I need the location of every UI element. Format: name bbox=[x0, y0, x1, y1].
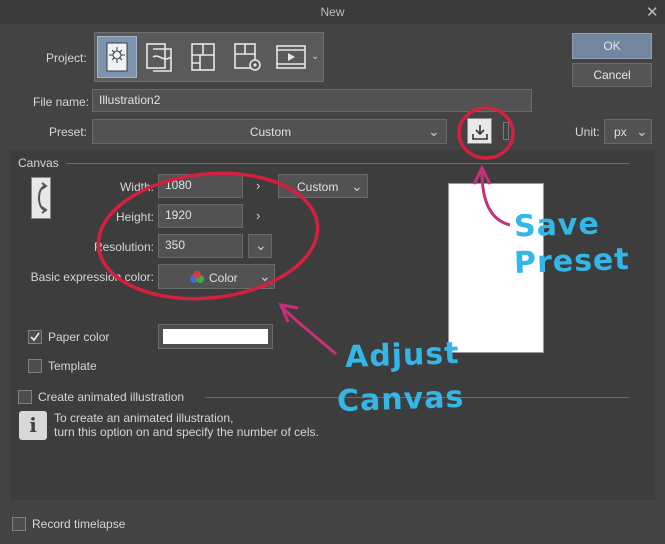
page-settings-icon[interactable] bbox=[227, 36, 267, 78]
unit-dropdown[interactable]: px ⌄ bbox=[604, 119, 652, 144]
preset-delete-stub[interactable] bbox=[503, 122, 509, 140]
chevron-down-icon: ⌄ bbox=[428, 123, 440, 139]
chevron-right-icon[interactable]: › bbox=[256, 208, 260, 223]
height-label: Height: bbox=[115, 210, 154, 224]
color-mode-dropdown[interactable]: Color ⌄ bbox=[158, 264, 275, 289]
chevron-down-icon[interactable]: ⌄ bbox=[311, 51, 319, 62]
window-title: New bbox=[320, 5, 345, 19]
project-selector[interactable]: ⌄ bbox=[94, 32, 324, 82]
file-name-label: File name: bbox=[33, 95, 90, 109]
timelapse-checkbox[interactable] bbox=[12, 517, 26, 531]
preset-dropdown[interactable]: Custom ⌄ bbox=[92, 119, 447, 144]
animated-info-line1: To create an animated illustration, bbox=[54, 411, 234, 425]
template-checkbox[interactable] bbox=[28, 359, 42, 373]
timelapse-label: Record timelapse bbox=[32, 517, 126, 531]
swap-orientation-button[interactable] bbox=[31, 177, 51, 219]
paper-color-checkbox[interactable] bbox=[28, 330, 42, 344]
annotation-text: Preset bbox=[513, 241, 631, 282]
save-preset-button[interactable] bbox=[467, 118, 492, 144]
color-circles-icon bbox=[190, 271, 204, 283]
template-label: Template bbox=[48, 359, 97, 373]
cancel-button[interactable]: Cancel bbox=[572, 63, 652, 87]
animated-checkbox[interactable] bbox=[18, 390, 32, 404]
chevron-down-icon: ⌄ bbox=[255, 237, 267, 253]
unit-label: Unit: bbox=[575, 125, 600, 139]
width-input[interactable]: 1080 bbox=[158, 174, 243, 198]
annotation-text: Canvas bbox=[336, 379, 465, 420]
ok-button[interactable]: OK bbox=[572, 33, 652, 59]
file-name-input[interactable]: Illustration2 bbox=[92, 89, 532, 112]
animated-info-line2: turn this option on and specify the numb… bbox=[54, 425, 319, 439]
annotation-text: Adjust bbox=[344, 336, 461, 375]
animation-icon[interactable] bbox=[271, 36, 311, 78]
chevron-down-icon: ⌄ bbox=[351, 178, 363, 194]
chevron-down-icon: ⌄ bbox=[259, 268, 271, 284]
rotate-icon bbox=[38, 182, 48, 214]
preset-label: Preset: bbox=[49, 125, 88, 139]
comic-icon[interactable] bbox=[139, 36, 179, 78]
canvas-panel bbox=[10, 150, 655, 500]
swatch-fill bbox=[163, 329, 268, 344]
save-preset-icon bbox=[471, 125, 488, 140]
paper-color-label: Paper color bbox=[48, 330, 110, 344]
resolution-label: Resolution: bbox=[93, 240, 154, 254]
height-input[interactable]: 1920 bbox=[158, 204, 243, 228]
checkmark-icon bbox=[30, 332, 40, 342]
annotation-text: Save bbox=[513, 206, 601, 245]
unit-value: px bbox=[614, 125, 627, 139]
size-preset-dropdown[interactable]: Custom ⌄ bbox=[278, 174, 368, 198]
preset-value: Custom bbox=[249, 125, 292, 139]
resolution-dropdown[interactable]: ⌄ bbox=[248, 234, 272, 258]
resolution-input[interactable]: 350 bbox=[158, 234, 243, 258]
close-icon[interactable]: ✕ bbox=[646, 3, 659, 21]
color-mode-value: Color bbox=[209, 271, 238, 285]
color-mode-label: Basic expression color: bbox=[30, 270, 154, 284]
paper-color-swatch[interactable] bbox=[158, 324, 273, 349]
canvas-section-label: Canvas bbox=[18, 156, 59, 170]
animated-label: Create animated illustration bbox=[38, 390, 185, 404]
chevron-right-icon[interactable]: › bbox=[256, 178, 260, 193]
divider bbox=[66, 163, 629, 164]
size-preset-value: Custom bbox=[297, 180, 339, 194]
chevron-down-icon: ⌄ bbox=[636, 123, 648, 139]
illustration-icon[interactable] bbox=[97, 36, 137, 78]
info-icon: i bbox=[19, 411, 47, 440]
project-label: Project: bbox=[46, 51, 87, 65]
width-label: Width: bbox=[119, 180, 154, 194]
page-layout-icon[interactable] bbox=[183, 36, 223, 78]
